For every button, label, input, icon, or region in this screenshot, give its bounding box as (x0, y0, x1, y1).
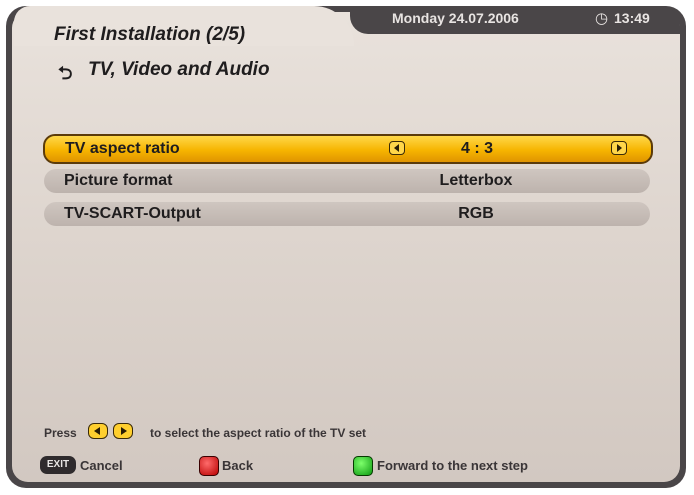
return-arrow-icon: ⮌ (58, 63, 73, 83)
setting-value: 4 : 3 (460, 140, 493, 157)
red-key-icon[interactable] (199, 456, 219, 476)
green-key-icon[interactable] (353, 456, 373, 476)
page-subtitle: TV, Video and Audio (88, 59, 270, 80)
setting-row-tv-scart-output[interactable]: TV-SCART-Output RGB (44, 202, 650, 226)
main-panel (12, 12, 680, 482)
hint-text: to select the aspect ratio of the TV set (150, 426, 367, 440)
time-display: 13:49 (614, 10, 650, 26)
exit-key-icon[interactable]: EXIT (40, 456, 76, 474)
left-key-icon (88, 423, 108, 439)
date-display: Monday 24.07.2006 (392, 10, 519, 26)
setting-row-tv-aspect-ratio[interactable]: TV aspect ratio 4 : 3 (43, 134, 653, 164)
setting-label: Picture format (64, 172, 173, 189)
clock-icon: ◷ (595, 10, 609, 27)
cancel-button[interactable]: Cancel (80, 458, 123, 473)
arrow-right-icon[interactable] (611, 141, 627, 155)
setting-value: RGB (458, 205, 494, 222)
setting-label: TV-SCART-Output (64, 205, 201, 222)
forward-button[interactable]: Forward to the next step (377, 458, 528, 473)
back-button[interactable]: Back (222, 458, 253, 473)
setting-row-picture-format[interactable]: Picture format Letterbox (44, 169, 650, 193)
page-title: First Installation (2/5) (54, 24, 246, 45)
arrow-left-icon[interactable] (389, 141, 405, 155)
setting-label: TV aspect ratio (65, 140, 180, 157)
setting-value: Letterbox (439, 172, 513, 189)
hint-prefix: Press (44, 426, 77, 440)
right-key-icon (113, 423, 133, 439)
